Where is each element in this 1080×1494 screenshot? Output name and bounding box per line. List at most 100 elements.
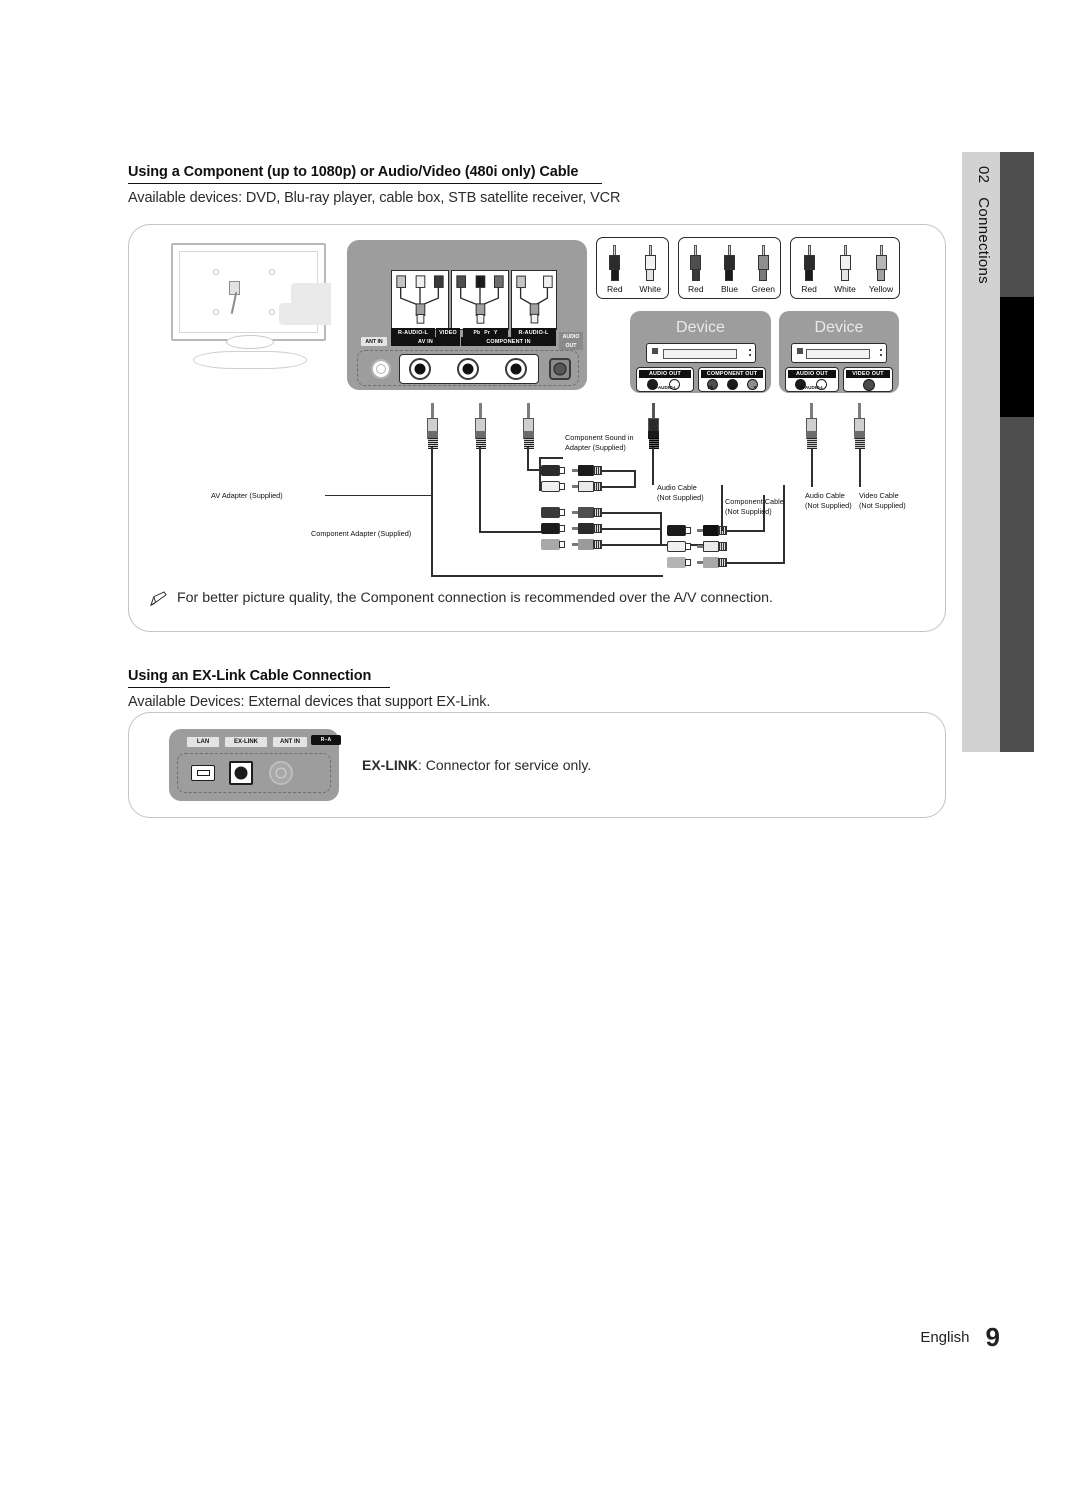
- av-in-wiring-svg: [396, 275, 444, 324]
- exlink-jack: [229, 761, 253, 785]
- audio-cable-wire-bot: [602, 486, 636, 488]
- exlink-description: EX-LINK: Connector for service only.: [362, 757, 591, 773]
- av-in-wiring-diagram: [391, 270, 449, 330]
- audio-cable-wire-join: [634, 470, 636, 486]
- device-audio-out-group: AUDIO OUT R-AUDIO-L: [785, 367, 839, 392]
- audio-out-jack: [549, 358, 571, 380]
- component-mark-y: Y: [493, 329, 498, 336]
- av-adapter-wire: [431, 447, 433, 577]
- tv-panel-callout-block: [279, 303, 331, 325]
- adapter-male-connector: [572, 523, 602, 534]
- legend-av-video: Red White Yellow: [790, 237, 900, 299]
- rca-plug-icon: [607, 245, 622, 281]
- audio-label-partial: R–A: [311, 735, 341, 745]
- audio-cable-plug-right: [805, 403, 818, 449]
- component-cable-wire-1: [602, 512, 662, 514]
- device-audio-out-foot: R-AUDIO-L: [653, 385, 677, 390]
- audio-cable-2-line2: (Not Supplied): [805, 500, 852, 510]
- tv-back-jack-panel: R-AUDIO-L VIDEO Pb Pr Y R-AUDIO-L AV IN …: [347, 240, 587, 390]
- legend-plug-label: Red: [606, 284, 623, 294]
- legend-plug: Red: [600, 245, 630, 294]
- bundle-male-connector: [697, 541, 727, 552]
- adapter-female-connector: [541, 539, 565, 550]
- legend-plug-label: White: [639, 284, 662, 294]
- audio-cable-riser: [811, 447, 813, 487]
- tv-rear-illustration: [171, 243, 351, 378]
- component-audio-wiring-diagram: [511, 270, 557, 330]
- footer-language: English: [920, 1329, 970, 1346]
- audio-out-adapter-plug: [647, 403, 660, 449]
- component-sound-in-adapter-line1: Component Sound in: [565, 433, 634, 442]
- component-in-group-label: COMPONENT IN: [461, 337, 556, 346]
- adapter-male-connector: [572, 507, 602, 518]
- exlink-description-rest: : Connector for service only.: [418, 757, 592, 773]
- legend-plug-label: Blue: [720, 284, 738, 294]
- legend-plug: Red: [794, 245, 824, 294]
- tv-mount-hole: [213, 269, 219, 275]
- rca-plug-icon: [643, 245, 658, 281]
- component-audio-jack: [505, 358, 527, 380]
- component-note-text: For better picture quality, the Componen…: [177, 590, 773, 606]
- component-section-rule: [128, 183, 602, 185]
- av-in-jack: [409, 358, 431, 380]
- av-in-group-label: AV IN: [391, 337, 460, 346]
- video-cable-riser: [859, 447, 861, 487]
- component-cable-label: Component Cable (Not Supplied): [725, 497, 784, 516]
- legend-component: Red Blue Green: [678, 237, 781, 299]
- component-cable-line1: Component Cable: [725, 497, 784, 506]
- footer-page-number: 9: [985, 1322, 1000, 1352]
- audio-cable-wire-top: [602, 470, 636, 472]
- exlink-section-subtitle: Available Devices: External devices that…: [128, 694, 491, 710]
- device-box-component: Device AUDIO OUT R-AUDIO-L COMPONENT OUT…: [630, 311, 771, 393]
- av-adapter-label: AV Adapter (Supplied): [211, 491, 283, 500]
- bundle-female-connector: [667, 557, 691, 568]
- legend-av-audio: Red White: [596, 237, 669, 299]
- component-in-marks: Pb Pr Y: [463, 328, 508, 337]
- device-component-foot-pr: Pr: [730, 385, 736, 390]
- audio-cable-2-line1: Audio Cable: [805, 491, 845, 500]
- device-unit-illustration: [646, 343, 756, 363]
- device-component-out-group: COMPONENT OUT Pb Pr Y: [698, 367, 766, 392]
- component-sound-in-adapter-label: Component Sound in Adapter (Supplied): [565, 433, 634, 452]
- ant-in-port-label: ANT IN: [273, 737, 307, 747]
- chapter-side-tab-text: 02 Connections: [975, 166, 992, 284]
- adapter-male-connector: [572, 465, 602, 476]
- av-in-audio-label: R-AUDIO-L: [391, 328, 435, 337]
- video-cable-line2: (Not Supplied): [859, 500, 906, 510]
- component-sound-adapter-plug: [522, 403, 535, 449]
- adapter-female-connector: [541, 465, 565, 476]
- device-component-foot-pb: Pb: [707, 385, 714, 390]
- device-video-out-jack: [863, 379, 875, 391]
- adapter-male-connector: [572, 539, 602, 550]
- legend-plug: Red: [681, 245, 711, 294]
- chapter-index-active-marker: [1000, 297, 1034, 417]
- legend-plug: Yellow: [866, 245, 896, 294]
- bundle-wire-1: [727, 530, 765, 532]
- component-adapter-label: Component Adapter (Supplied): [311, 529, 412, 538]
- chapter-number: 02: [975, 166, 992, 184]
- ant-in-label: ANT IN: [361, 337, 387, 346]
- device-video-out-group: VIDEO OUT: [843, 367, 893, 392]
- component-adapter-bus: [479, 531, 541, 533]
- tv-mount-hole: [269, 269, 275, 275]
- pencil-note-icon: [150, 591, 167, 607]
- video-cable-label: Video Cable (Not Supplied): [859, 491, 906, 510]
- page-footer: English 9: [0, 1322, 1000, 1353]
- audio-cable-1-line1: Audio Cable: [657, 483, 697, 492]
- device-disc-slot: [806, 349, 870, 359]
- tv-mount-hole: [269, 309, 275, 315]
- av-adapter-plug: [426, 403, 439, 449]
- av-in-video-label: VIDEO: [436, 328, 460, 337]
- legend-plug: Green: [748, 245, 778, 294]
- device-component-foot-y: Y: [753, 385, 757, 390]
- component-sound-leader: [539, 457, 563, 459]
- ant-in-jack-exlink: [269, 761, 293, 785]
- audio-cable-1-line2: (Not Supplied): [657, 492, 704, 502]
- device-title: Device: [814, 319, 864, 336]
- ant-in-jack: [371, 359, 391, 379]
- audio-out-wire: [652, 447, 654, 485]
- component-cable-join: [660, 512, 662, 544]
- audio-cable-label-1: Audio Cable (Not Supplied): [657, 483, 704, 502]
- bundle-riser-0: [721, 485, 723, 531]
- component-sound-label-leader-v: [527, 457, 529, 469]
